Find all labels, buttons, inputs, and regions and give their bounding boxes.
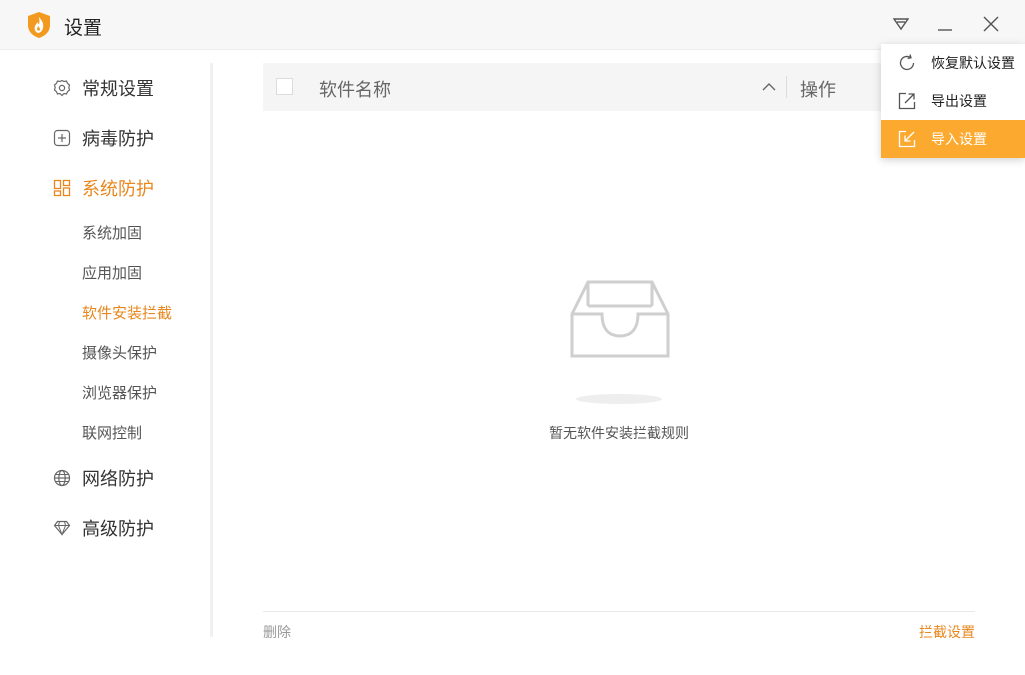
menu-item-import-settings[interactable]: 导入设置 (881, 120, 1025, 158)
grid-icon (52, 178, 72, 198)
gear-icon (52, 78, 72, 98)
menu-item-label: 导出设置 (931, 94, 987, 110)
column-header-software-name[interactable]: 软件名称 (319, 76, 391, 102)
sidebar-item-label: 高级防护 (82, 519, 154, 540)
export-icon (897, 91, 917, 111)
sidebar-subitem-camera-protection[interactable]: 摄像头保护 (82, 342, 157, 364)
sidebar-item-general[interactable]: 常规设置 (52, 73, 154, 103)
menu-item-export-settings[interactable]: 导出设置 (881, 82, 1025, 120)
import-icon (897, 129, 917, 149)
column-header-operation: 操作 (800, 80, 836, 101)
table-header: 软件名称 操作 (263, 63, 975, 111)
chevron-up-icon[interactable] (761, 79, 777, 95)
sidebar-item-virus-protection[interactable]: 病毒防护 (52, 123, 154, 153)
menu-item-label: 恢复默认设置 (931, 56, 1015, 72)
plus-box-icon (52, 128, 72, 148)
sidebar-subitem-install-block[interactable]: 软件安装拦截 (82, 302, 172, 324)
empty-icon-shadow (576, 394, 662, 404)
block-settings-link[interactable]: 拦截设置 (919, 622, 975, 642)
sidebar-item-label: 系统防护 (82, 179, 154, 200)
close-icon[interactable] (980, 13, 1002, 35)
title-bar: 设置 (0, 0, 1025, 50)
window-title: 设置 (64, 17, 103, 39)
sidebar-item-advanced-protection[interactable]: 高级防护 (52, 513, 154, 543)
sidebar-item-label: 网络防护 (82, 469, 154, 490)
sidebar-subitem-system-hardening[interactable]: 系统加固 (82, 222, 142, 244)
menu-item-restore-defaults[interactable]: 恢复默认设置 (881, 44, 1025, 82)
sidebar-item-network-protection[interactable]: 网络防护 (52, 463, 154, 493)
empty-inbox-icon (570, 280, 670, 358)
empty-state-message: 暂无软件安装拦截规则 (549, 426, 689, 442)
diamond-icon (52, 518, 72, 538)
restore-icon (897, 53, 917, 73)
sidebar-divider (210, 63, 213, 637)
sidebar-subitem-browser-protection[interactable]: 浏览器保护 (82, 382, 157, 404)
settings-dropdown-menu: 恢复默认设置 导出设置 导入设置 (881, 44, 1025, 158)
sidebar-subitem-app-hardening[interactable]: 应用加固 (82, 262, 142, 284)
delete-button[interactable]: 删除 (263, 622, 291, 642)
app-logo-icon (28, 12, 50, 38)
sidebar-item-label: 病毒防护 (82, 129, 154, 150)
column-separator (786, 76, 787, 98)
select-all-checkbox[interactable] (276, 78, 293, 95)
dropdown-triangle-icon[interactable] (890, 13, 912, 35)
footer-divider (263, 611, 975, 612)
minimize-icon[interactable] (934, 13, 956, 35)
sidebar-item-label: 常规设置 (82, 79, 154, 100)
sidebar-item-system-protection[interactable]: 系统防护 (52, 173, 154, 203)
menu-item-label: 导入设置 (931, 132, 987, 148)
globe-icon (52, 468, 72, 488)
